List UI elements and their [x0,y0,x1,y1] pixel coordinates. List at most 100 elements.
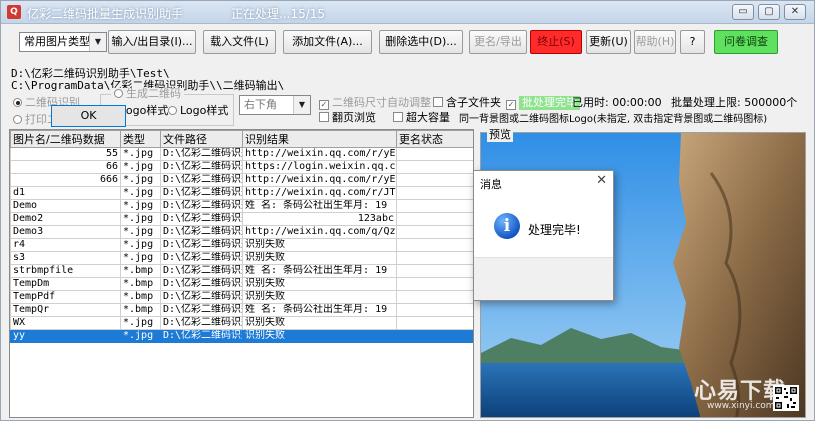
radio-indicator [13,115,22,124]
table-row[interactable]: 55 *.jpg D:\亿彩二维码识别 http://weixin.qq.com/r/… [10,147,473,161]
cell-status [396,147,473,161]
chevron-down-icon: ▼ [89,33,106,51]
cell-result: http://weixin.qq.com/q/QztMfEF [242,225,397,239]
column-header-name[interactable]: 图片名/二维码数据 [10,130,121,148]
table-row[interactable]: Demo3 *.jpg D:\亿彩二维码识别 http://weixin.qq.com… [10,225,473,239]
include-subfolders-checkbox[interactable]: 含子文件夹 [433,96,501,110]
io-dir-button[interactable]: 输入/出目录(I)... [108,30,196,54]
cell-path: D:\亿彩二维码识别 [160,173,243,187]
cell-path: D:\亿彩二维码识别 [160,160,243,174]
checkbox-indicator: ✓ [319,100,329,110]
cell-name: 66 [10,160,121,174]
cell-name: Demo3 [10,225,121,239]
cell-result: https://login.weixin.qq.com/l/ [242,160,397,174]
table-row[interactable]: d1 *.jpg D:\亿彩二维码识别 http://weixin.qq.com/r/… [10,186,473,200]
generate-group-title[interactable]: 生成二维码 [111,88,184,100]
cell-type: *.jpg [120,225,161,239]
large-capacity-checkbox[interactable]: 超大容量 [393,111,450,125]
logo-style-2-radio[interactable]: Logo样式 [168,104,228,118]
cell-result: 识别失败 [242,277,397,291]
table-row[interactable]: WX *.jpg D:\亿彩二维码识别 识别失败 [10,316,473,330]
auto-resize-checkbox[interactable]: ✓ 二维码尺寸自动调整 [319,96,431,110]
large-capacity-label: 超大容量 [406,111,450,124]
rename-export-button[interactable]: 更名/导出 [469,30,527,54]
table-row[interactable]: TempDm *.bmp D:\亿彩二维码识别 识别失败 [10,277,473,291]
cell-name: Demo [10,199,121,213]
cell-result: http://weixin.qq.com/r/yEk_JgL [242,147,397,161]
column-header-status[interactable]: 更名状态 [396,130,473,148]
progress-text: 正在处理...15/15 [231,7,326,21]
update-button[interactable]: 更新(U) [586,30,631,54]
cell-type: *.jpg [120,147,161,161]
cell-path: D:\亿彩二维码识别 [160,264,243,278]
cell-type: *.jpg [120,186,161,200]
cell-result: http://weixin.qq.com/r/JTjYwCf [242,186,397,200]
position-select[interactable]: 右下角 ▼ [239,95,311,115]
cell-name: strbmpfile [10,264,121,278]
cell-path: D:\亿彩二维码识别 [160,147,243,161]
table-row[interactable]: strbmpfile *.bmp D:\亿彩二维码识别姓 名: 条码公社出生年月: … [10,264,473,278]
cell-type: *.bmp [120,303,161,317]
cell-status [396,225,473,239]
cell-name: Demo2 [10,212,121,226]
chevron-down-icon: ▼ [293,96,310,114]
help-button[interactable]: 帮助(H) [634,30,676,54]
table-row[interactable]: Demo2 *.jpg D:\亿彩二维码识别 123abc [10,212,473,226]
cell-path: D:\亿彩二维码识别 [160,212,243,226]
survey-button[interactable]: 问卷调查 [714,30,778,54]
cell-status [396,238,473,252]
close-button[interactable]: ✕ [784,4,806,20]
maximize-button[interactable]: ▢ [758,4,780,20]
load-file-button[interactable]: 载入文件(L) [203,30,276,54]
cell-result: 识别失败 [242,316,397,330]
logo-hint: 同一背景图或二维码图标Logo(未指定, 双击指定背景图或二维码图标) [459,114,768,125]
page-preview-checkbox[interactable]: 翻页浏览 [319,111,376,125]
close-icon[interactable]: ✕ [596,173,607,188]
add-file-button[interactable]: 添加文件(A)... [283,30,372,54]
table-header-row: 图片名/二维码数据 类型 文件路径 识别结果 更名状态 [10,130,473,148]
delete-selected-button[interactable]: 删除选中(D)... [379,30,463,54]
cell-type: *.bmp [120,290,161,304]
file-table[interactable]: 图片名/二维码数据 类型 文件路径 识别结果 更名状态 55 *.jpg D:\亿彩… [9,129,474,418]
cell-name: s3 [10,251,121,265]
app-icon: Q [7,5,21,19]
include-subfolders-label: 含子文件夹 [446,96,501,109]
cell-status [396,173,473,187]
auto-resize-label: 二维码尺寸自动调整 [332,96,431,109]
logo-style-2-label: Logo样式 [180,104,229,117]
cell-status [396,303,473,317]
cell-path: D:\亿彩二维码识别 [160,225,243,239]
title-bar[interactable]: Q 亿彩二维码批量生成识别助手 正在处理...15/15 ▭ ▢ ✕ [1,1,814,24]
column-header-type[interactable]: 类型 [120,130,161,148]
question-button[interactable]: ? [680,30,705,54]
table-row[interactable]: TempQr *.bmp D:\亿彩二维码识别姓 名: 条码公社出生年月: 19 [10,303,473,317]
cell-status [396,199,473,213]
cell-status [396,160,473,174]
table-row[interactable]: TempPdf *.bmp D:\亿彩二维码识别 识别失败 [10,290,473,304]
elapsed-time: 已用时: 00:00:00 [572,96,662,109]
ok-button[interactable]: OK [51,105,126,127]
checkbox-indicator [433,97,443,107]
cell-result: 姓 名: 条码公社出生年月: 19 [242,199,397,213]
cell-name: WX [10,316,121,330]
radio-indicator [114,89,123,98]
table-row[interactable]: 66 *.jpg D:\亿彩二维码识别 https://login.weixin.qq… [10,160,473,174]
cell-path: D:\亿彩二维码识别 [160,316,243,330]
stop-button[interactable]: 终止(S) [530,30,582,54]
table-row[interactable]: r4 *.jpg D:\亿彩二维码识别 识别失败 [10,238,473,252]
table-row[interactable]: 666 *.jpg D:\亿彩二维码识别 http://weixin.qq.com/r… [10,173,473,187]
cell-status [396,264,473,278]
cell-path: D:\亿彩二维码识别 [160,277,243,291]
batch-status: ✓ 批处理完毕 [506,96,580,110]
minimize-button[interactable]: ▭ [732,4,754,20]
radio-indicator [168,106,177,115]
table-row-selected[interactable]: yy *.jpg D:\亿彩二维码识别 识别失败 [10,329,473,343]
table-row[interactable]: s3 *.jpg D:\亿彩二维码识别 识别失败 [10,251,473,265]
cell-status [396,329,473,343]
image-type-select[interactable]: 常用图片类型 ▼ [19,32,107,52]
table-row[interactable]: Demo *.jpg D:\亿彩二维码识别姓 名: 条码公社出生年月: 19 [10,199,473,213]
column-header-path[interactable]: 文件路径 [160,130,243,148]
cell-status [396,277,473,291]
column-header-result[interactable]: 识别结果 [242,130,397,148]
file-table-grid: 图片名/二维码数据 类型 文件路径 识别结果 更名状态 55 *.jpg D:\亿彩… [10,130,473,343]
